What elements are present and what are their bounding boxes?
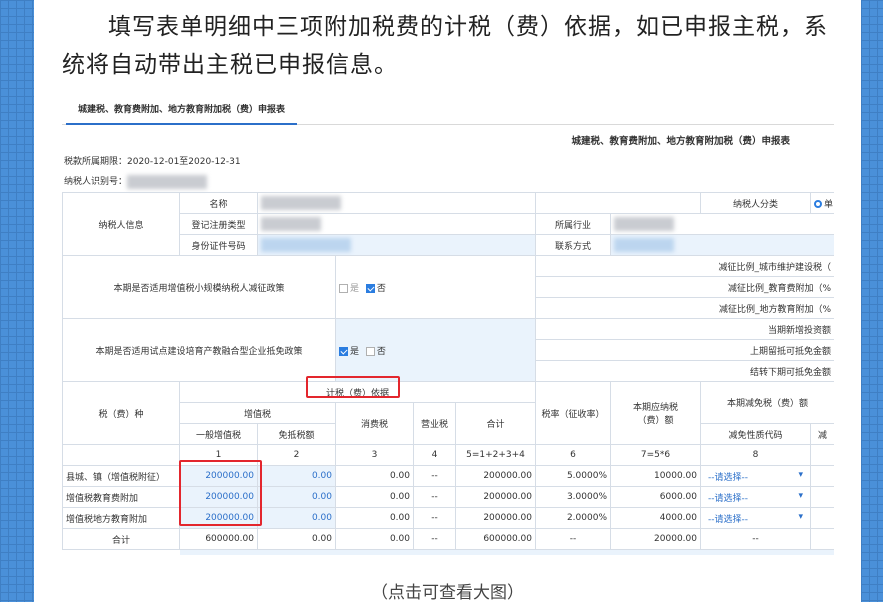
header-payable: 本期应纳税 （费）额 — [610, 381, 701, 445]
header-total: 合计 — [455, 402, 536, 445]
tab-declaration-form[interactable]: 城建税、教育费附加、地方教育附加税（费）申报表 — [66, 97, 298, 125]
exempt-vat-input[interactable]: 0.00 — [257, 486, 336, 508]
header-vat: 增值税 — [179, 402, 336, 424]
name-value — [257, 192, 536, 214]
chevron-down-icon: ▾ — [798, 490, 803, 501]
contact-label: 联系方式 — [535, 234, 611, 256]
id-no-label: 身份证件号码 — [179, 234, 258, 256]
policy2-prev-credit: 上期留抵可抵免金额 — [535, 339, 834, 361]
id-no-value — [257, 234, 536, 256]
image-caption[interactable]: （点击可查看大图） — [34, 578, 861, 603]
header-rate: 税率（征收率） — [535, 381, 611, 445]
policy2-label: 本期是否适用试点建设培育产教融合型企业抵免政策 — [62, 318, 336, 382]
exempt-vat-input[interactable]: 0.00 — [257, 507, 336, 529]
industry-label: 所属行业 — [535, 213, 611, 235]
policy2-no-checkbox[interactable] — [365, 346, 375, 356]
policy1-no-checkbox[interactable] — [365, 283, 375, 293]
industry-value — [610, 213, 834, 235]
exempt-vat-input[interactable]: 0.00 — [257, 465, 336, 487]
tax-period: 税款所属期限：2020-12-01至2020-12-31 — [64, 157, 241, 167]
header-tax-type: 税（费）种 — [62, 381, 180, 445]
chevron-down-icon: ▾ — [798, 469, 803, 480]
form-screenshot[interactable]: 城建税、教育费附加、地方教育附加税（费）申报表 城建税、教育费附加、地方教育附加… — [62, 97, 834, 555]
header-relief-amount: 减 — [810, 423, 834, 445]
relief-code-select[interactable]: --请选择-- ▾ — [700, 486, 811, 508]
header-relief: 本期减免税（费）额 — [700, 381, 834, 424]
policy1-yes-checkbox[interactable] — [339, 283, 348, 293]
declaration-table: 纳税人信息 名称 纳税人分类 单 登记注册类型 所属行业 身份证件号码 联系方式 — [62, 192, 834, 555]
left-border-pattern — [0, 0, 34, 602]
header-general-vat: 一般增值税 — [179, 423, 258, 445]
contact-value — [610, 234, 834, 256]
category-radio[interactable]: 单 — [810, 192, 834, 214]
redacted-id — [127, 174, 208, 189]
chevron-down-icon: ▾ — [798, 511, 803, 522]
intro-text: 填写表单明细中三项附加税费的计税（费）依据，如已申报主税，系统将自动带出主税已申… — [62, 14, 828, 78]
total-row: 合计 600000.00 0.00 0.00 -- 600000.00 -- 20000… — [62, 528, 834, 550]
policy2-next-credit: 结转下期可抵免金额 — [535, 360, 834, 382]
highlight-basis-header — [306, 376, 400, 398]
reg-type-label: 登记注册类型 — [179, 213, 258, 235]
article-content: 填写表单明细中三项附加税费的计税（费）依据，如已申报主税，系统将自动带出主税已申… — [34, 0, 861, 603]
header-business: 营业税 — [413, 402, 456, 445]
category-label: 纳税人分类 — [700, 192, 811, 214]
taxpayer-info-label: 纳税人信息 — [62, 192, 180, 256]
taxpayer-id-label: 纳税人识别号： — [64, 177, 128, 187]
relief-code-select[interactable]: --请选择-- ▾ — [700, 465, 811, 487]
right-border-pattern — [861, 0, 883, 602]
policy1-options[interactable]: 是 否 — [335, 255, 536, 319]
form-title: 城建税、教育费附加、地方教育附加税（费）申报表 — [571, 136, 790, 147]
header-relief-code: 减免性质代码 — [700, 423, 811, 445]
relief-code-select[interactable]: --请选择-- ▾ — [700, 507, 811, 529]
taxpayer-id: 纳税人识别号： — [64, 174, 208, 189]
name-label: 名称 — [179, 192, 258, 214]
blank-cell — [535, 192, 701, 214]
header-exempt-vat: 免抵税额 — [257, 423, 336, 445]
policy1-rate1: 减征比例_城市维护建设税（ — [535, 255, 834, 277]
header-consumption: 消费税 — [335, 402, 414, 445]
policy1-label: 本期是否适用增值税小规模纳税人减征政策 — [62, 255, 336, 319]
highlight-vat-values — [179, 460, 262, 526]
policy1-rate3: 减征比例_地方教育附加（% — [535, 297, 834, 319]
tab-bar: 城建税、教育费附加、地方教育附加税（费）申报表 — [62, 97, 834, 125]
policy2-options[interactable]: 是 否 — [335, 318, 536, 382]
policy2-new-investment: 当期新增投资额 — [535, 318, 834, 340]
policy1-rate2: 减征比例_教育费附加（% — [535, 276, 834, 298]
policy2-yes-checkbox[interactable] — [339, 346, 348, 356]
reg-type-value — [257, 213, 536, 235]
